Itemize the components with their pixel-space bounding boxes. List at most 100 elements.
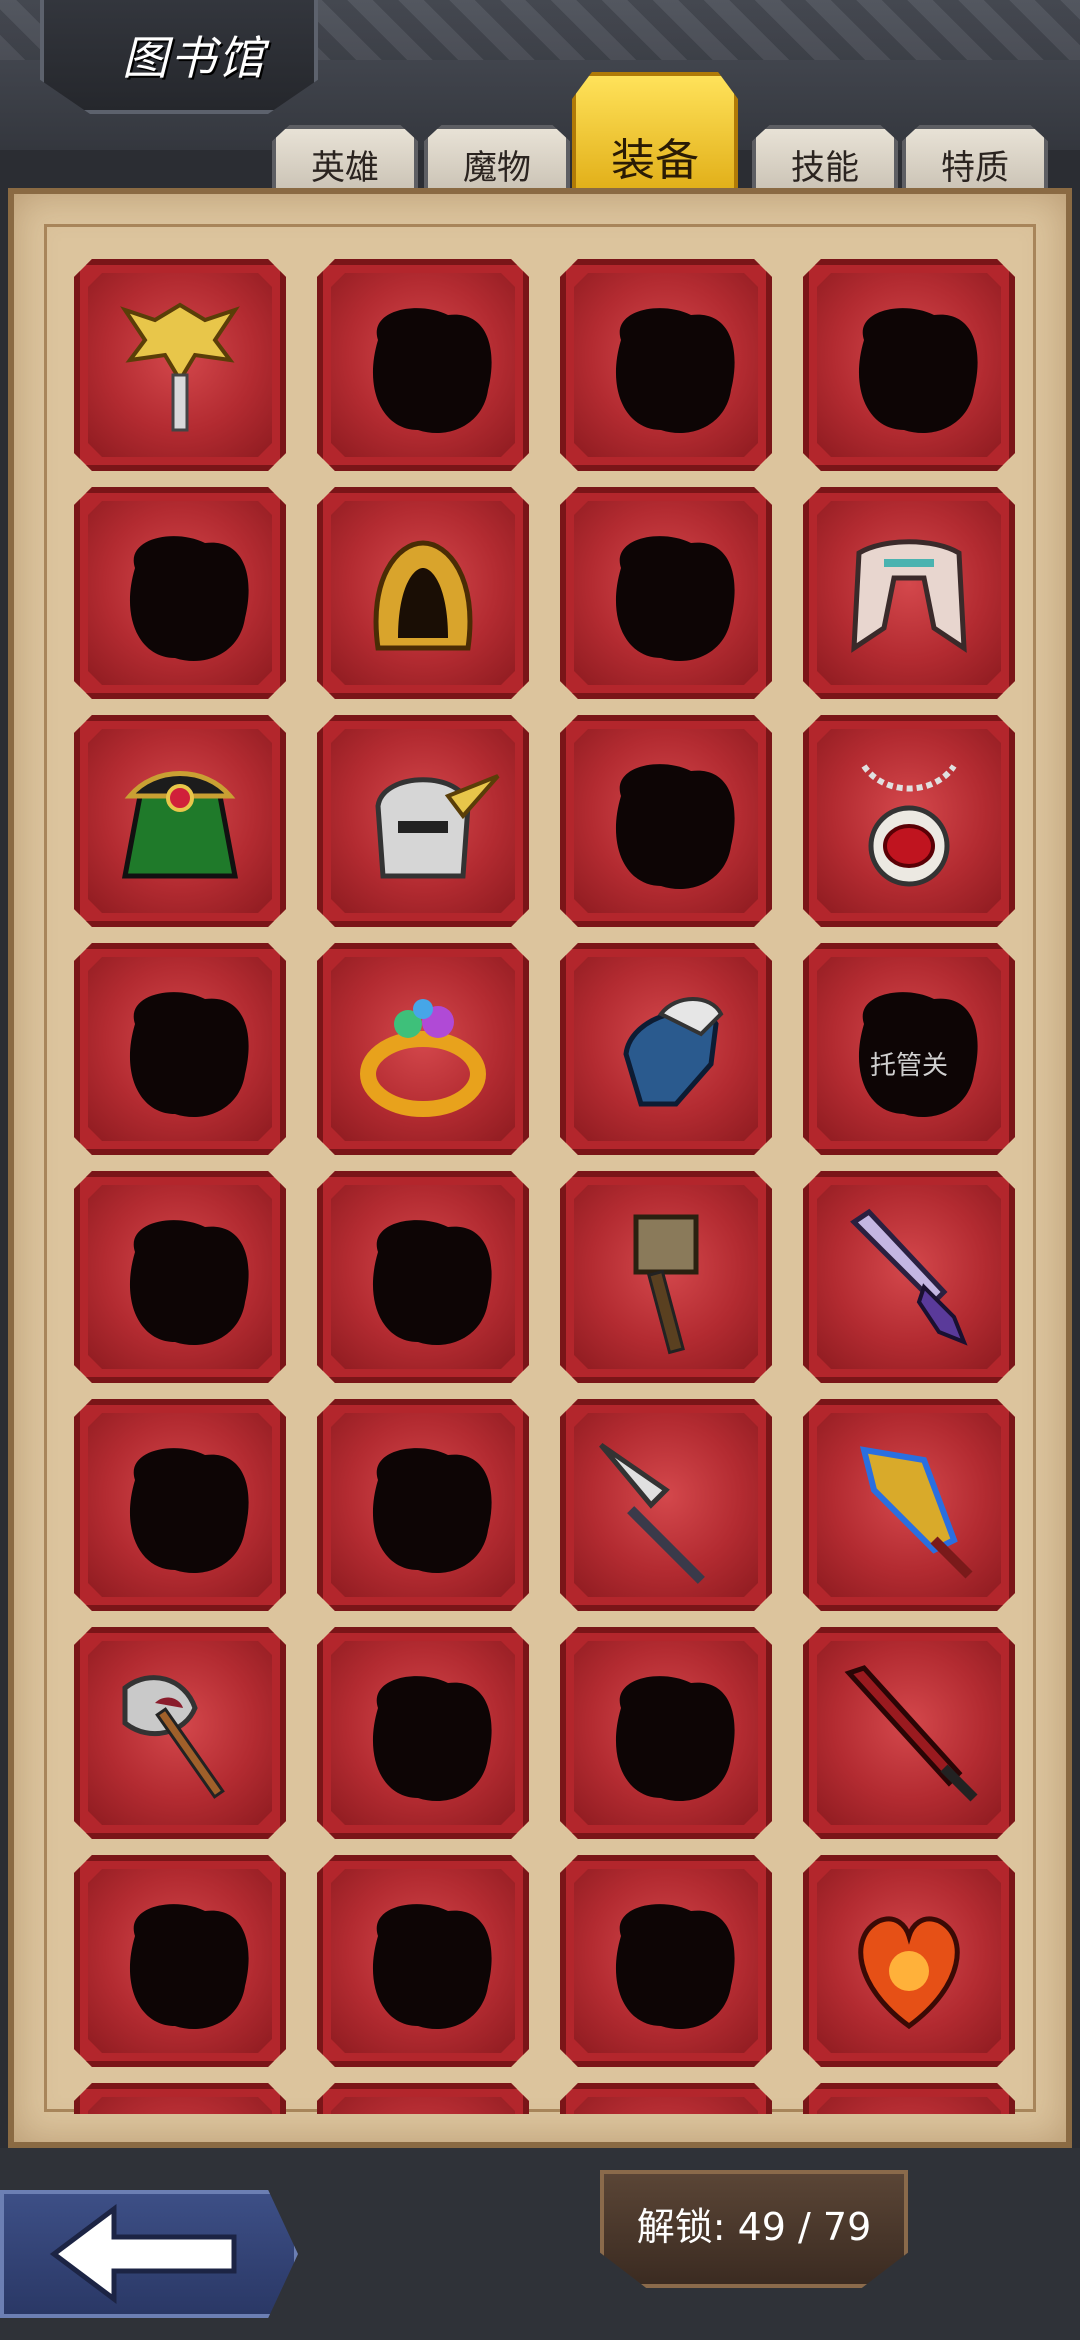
slot-frame (88, 1641, 272, 1825)
tab-label: 英雄 (311, 147, 379, 188)
locked-silhouette-icon (338, 1648, 508, 1818)
locked-silhouette-icon (338, 1876, 508, 2046)
knight-helmet-icon (338, 736, 508, 906)
equipment-slot[interactable] (560, 1399, 772, 1611)
locked-silhouette-icon (95, 1420, 265, 1590)
slot-frame (574, 1413, 758, 1597)
equipment-slot[interactable] (560, 2083, 772, 2114)
tab-label: 特质 (941, 147, 1009, 188)
slot-frame (88, 1185, 272, 1369)
equipment-slot[interactable] (74, 1399, 286, 1611)
equipment-slot[interactable]: 托管关 (803, 943, 1015, 1155)
slot-frame (88, 1869, 272, 2053)
locked-silhouette-icon (338, 1420, 508, 1590)
tab-label: 装备 (611, 135, 699, 186)
equipment-slot[interactable] (74, 259, 286, 471)
locked-silhouette-icon (824, 280, 994, 450)
equipment-slot[interactable] (74, 1627, 286, 1839)
slot-frame (88, 729, 272, 913)
slot-frame (331, 957, 515, 1141)
equipment-slot[interactable] (803, 1399, 1015, 1611)
equipment-slot[interactable] (74, 487, 286, 699)
locked-silhouette-icon (95, 964, 265, 1134)
equipment-slot[interactable] (560, 943, 772, 1155)
equipment-slot[interactable] (317, 715, 529, 927)
back-arrow-icon (49, 2204, 237, 2304)
equipment-slot[interactable] (803, 259, 1015, 471)
winged-helmet-icon (95, 280, 265, 450)
equipment-slot[interactable] (74, 2083, 286, 2114)
slot-frame (574, 1869, 758, 2053)
equipment-slot[interactable] (560, 1171, 772, 1383)
back-button[interactable] (0, 2190, 298, 2318)
red-sword-icon (824, 1648, 994, 1818)
equipment-slot[interactable] (803, 1855, 1015, 2067)
locked-silhouette-icon (338, 2104, 508, 2114)
spear-icon (581, 1420, 751, 1590)
equipment-slot[interactable] (317, 1399, 529, 1611)
equipment-slot[interactable] (317, 259, 529, 471)
equipment-slot[interactable] (74, 715, 286, 927)
equipment-slot[interactable] (317, 2083, 529, 2114)
equipment-slot[interactable] (317, 487, 529, 699)
equipment-slot[interactable] (560, 715, 772, 927)
equipment-slot[interactable] (560, 1627, 772, 1839)
slot-frame (574, 1185, 758, 1369)
locked-silhouette-icon (338, 280, 508, 450)
equipment-slot[interactable] (803, 715, 1015, 927)
equipment-slot[interactable] (317, 1171, 529, 1383)
frost-gauntlet-icon (581, 964, 751, 1134)
slot-frame (331, 1641, 515, 1825)
equipment-slot[interactable] (560, 259, 772, 471)
equipment-slot[interactable] (803, 2083, 1015, 2114)
slot-frame (817, 1413, 1001, 1597)
slot-frame (331, 501, 515, 685)
slot-frame (817, 2097, 1001, 2114)
slot-frame (331, 2097, 515, 2114)
slot-frame (331, 1869, 515, 2053)
ruby-amulet-icon (824, 736, 994, 906)
collection-panel: 托管关 (8, 188, 1072, 2148)
slot-frame (817, 1869, 1001, 2053)
equipment-slot[interactable] (560, 487, 772, 699)
equipment-slot[interactable] (317, 943, 529, 1155)
page-title: 图书馆 (122, 31, 266, 85)
equipment-slot[interactable] (560, 1855, 772, 2067)
slot-frame (817, 273, 1001, 457)
equipment-slot[interactable] (803, 1627, 1015, 1839)
battle-axe-icon (95, 1648, 265, 1818)
equipment-slot[interactable] (74, 1171, 286, 1383)
gem-ring-icon (338, 964, 508, 1134)
equipment-slot[interactable] (803, 1171, 1015, 1383)
pirate-hat-icon (95, 736, 265, 906)
equipment-slot[interactable] (74, 943, 286, 1155)
locked-silhouette-icon (581, 1876, 751, 2046)
mantle-collar-icon (824, 508, 994, 678)
slot-frame (574, 501, 758, 685)
slot-frame (817, 1641, 1001, 1825)
locked-silhouette-icon (95, 508, 265, 678)
equipment-slot[interactable] (74, 1855, 286, 2067)
equipment-slot[interactable] (317, 1855, 529, 2067)
crystal-sword-icon (824, 1192, 994, 1362)
equipment-grid[interactable]: 托管关 (64, 244, 1024, 2114)
locked-silhouette-icon (581, 508, 751, 678)
slot-frame (574, 273, 758, 457)
lightning-blade-icon (824, 1420, 994, 1590)
locked-silhouette-icon (824, 964, 994, 1134)
tab-equipment[interactable]: 装备 (572, 72, 738, 195)
locked-silhouette-icon (581, 1648, 751, 1818)
equipment-slot[interactable] (317, 1627, 529, 1839)
locked-silhouette-icon (95, 2104, 265, 2114)
fire-heart-icon (824, 1876, 994, 2046)
slot-frame (88, 501, 272, 685)
slot-frame (817, 1185, 1001, 1369)
slot-frame (331, 1185, 515, 1369)
tab-label: 技能 (791, 147, 859, 188)
locked-silhouette-icon (95, 1192, 265, 1362)
slot-frame (331, 729, 515, 913)
equipment-slot[interactable] (803, 487, 1015, 699)
slot-frame (88, 273, 272, 457)
slot-frame (88, 957, 272, 1141)
slot-frame (574, 729, 758, 913)
